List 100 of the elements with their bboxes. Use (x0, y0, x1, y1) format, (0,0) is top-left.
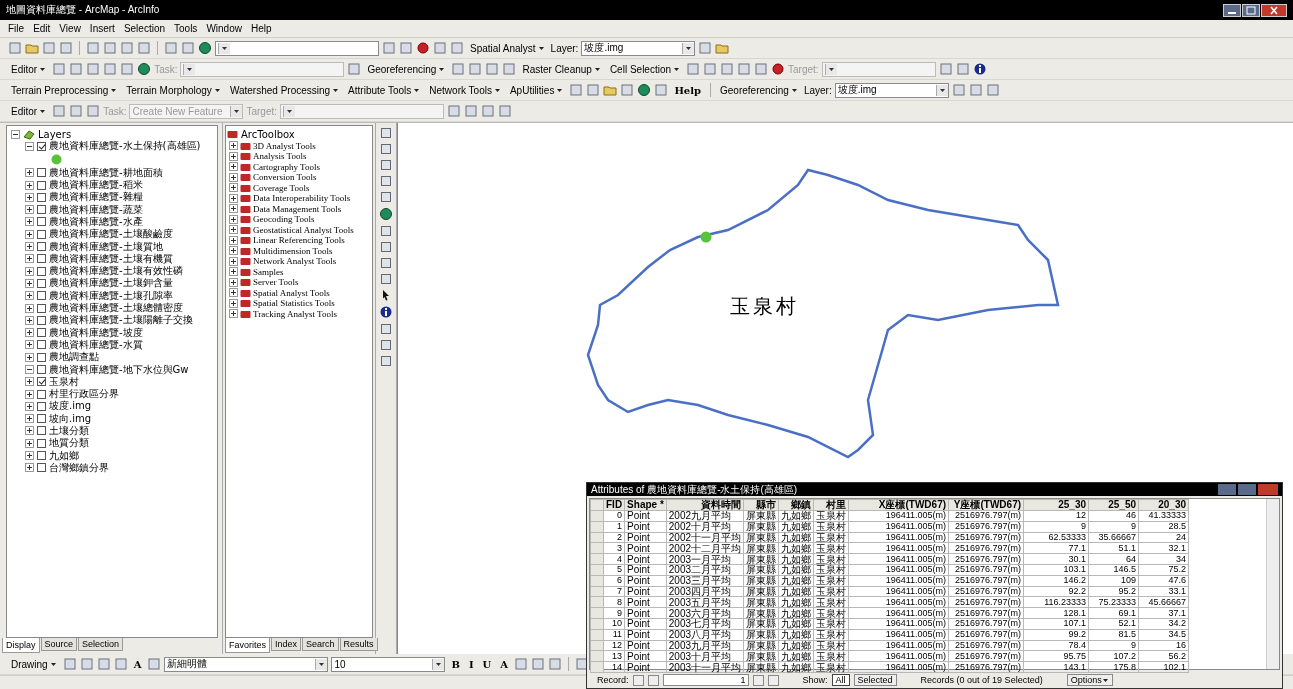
panel-tab[interactable]: Display (2, 638, 40, 653)
expand-icon[interactable] (25, 278, 34, 288)
pointer-icon[interactable] (380, 289, 392, 301)
panel-tab[interactable]: Results (339, 638, 378, 651)
toolbox-item[interactable]: Geostatistical Analyst Tools (253, 224, 354, 235)
expand-icon[interactable] (25, 266, 34, 276)
toolbox-item[interactable]: 3D Analyst Tools (253, 140, 316, 151)
layer-name[interactable]: 農地資料庫總覽-土壤鉀含量 (49, 276, 173, 291)
toolbox-root[interactable]: ArcToolbox (241, 128, 295, 140)
nav-button[interactable] (752, 674, 764, 686)
toolbox-item[interactable]: Spatial Statistics Tools (253, 298, 335, 309)
layer-name[interactable]: 農地資料庫總覽-地下水位與Gw (49, 362, 189, 377)
toolbar-button[interactable]: A (130, 658, 145, 670)
tool-icon[interactable] (380, 225, 392, 237)
tool-icon[interactable] (380, 273, 392, 285)
close-button[interactable] (1261, 3, 1287, 17)
expand-icon[interactable] (229, 267, 238, 277)
expand-icon[interactable] (229, 309, 238, 319)
layer-checkbox[interactable] (37, 291, 46, 301)
menu-item[interactable]: Selection (123, 23, 165, 34)
nav-button[interactable] (647, 674, 659, 686)
tool-icon[interactable] (380, 355, 392, 367)
toolbox-item[interactable]: Network Analyst Tools (253, 256, 337, 267)
toolbox-item[interactable]: Server Tools (253, 277, 299, 288)
combo-box[interactable]: 坡度.img (581, 40, 696, 56)
toolbar-menu[interactable]: ApUtilities (506, 84, 567, 96)
expand-icon[interactable] (25, 242, 34, 251)
expand-icon[interactable] (25, 180, 34, 190)
layer-name[interactable]: 農地資料庫總覽-蔬菜 (49, 202, 143, 217)
expand-icon[interactable] (25, 291, 34, 301)
column-header[interactable]: Shape * (624, 499, 667, 511)
toolbar-menu[interactable]: Georeferencing (364, 63, 449, 75)
layer-name[interactable]: 坡向.img (49, 411, 92, 426)
expand-icon[interactable] (25, 451, 34, 461)
layer-checkbox[interactable] (37, 401, 46, 411)
panel-tab[interactable]: Source (40, 638, 78, 651)
toolbox-item[interactable]: Spatial Analyst Tools (253, 287, 330, 298)
combo-box[interactable]: 新細明體 (164, 656, 329, 672)
show-button[interactable]: All (831, 674, 850, 686)
expand-icon[interactable] (229, 277, 238, 287)
combo-box[interactable] (215, 40, 379, 56)
toolbox-item[interactable]: Geocoding Tools (253, 214, 315, 225)
expand-icon[interactable] (25, 401, 34, 411)
record-field[interactable]: 1 (662, 674, 749, 686)
layer-checkbox[interactable] (37, 303, 46, 313)
tool-icon[interactable] (380, 339, 392, 351)
toolbox-item[interactable]: Samples (253, 266, 284, 277)
menu-item[interactable]: Edit (33, 23, 51, 34)
expand-icon[interactable] (25, 426, 34, 436)
show-button[interactable]: Selected (853, 674, 897, 686)
layer-checkbox[interactable] (37, 141, 46, 151)
layer-name[interactable]: 地質分類 (49, 436, 89, 451)
expand-icon[interactable] (25, 438, 34, 448)
expand-icon[interactable] (25, 205, 34, 215)
layer-name[interactable]: 農地資料庫總覽-坡度 (49, 325, 143, 340)
tool-icon[interactable] (380, 191, 392, 203)
column-header[interactable]: 25_30 (1023, 499, 1089, 511)
expand-icon[interactable] (25, 377, 34, 387)
toolbar-menu[interactable]: Editor (8, 105, 50, 117)
layer-checkbox[interactable] (37, 414, 46, 424)
layer-checkbox[interactable] (37, 426, 46, 436)
panel-tab[interactable]: Selection (78, 638, 124, 651)
column-header[interactable]: Y座標(TWD67) (948, 499, 1024, 511)
minimize-button[interactable] (1223, 3, 1241, 17)
menu-item[interactable]: File (8, 23, 25, 34)
layer-checkbox[interactable] (37, 254, 46, 264)
expand-icon[interactable] (25, 254, 34, 264)
toolbox-item[interactable]: Data Interoperability Tools (253, 193, 351, 204)
layer-name[interactable]: 土壤分類 (49, 424, 89, 438)
toolbar-menu[interactable]: Network Tools (426, 84, 504, 96)
expand-icon[interactable] (229, 141, 238, 151)
toolbox-item[interactable]: Tracking Analyst Tools (253, 308, 337, 319)
expand-icon[interactable] (25, 389, 34, 399)
layer-checkbox[interactable] (37, 352, 46, 362)
combo-box[interactable]: 坡度.img (834, 82, 949, 98)
toolbar-menu[interactable]: Spatial Analyst (467, 42, 548, 54)
panel-tab[interactable]: Favorites (225, 638, 270, 653)
window-controls-icon[interactable] (1218, 484, 1278, 495)
expand-icon[interactable] (229, 235, 238, 245)
column-header[interactable]: FID (603, 499, 625, 511)
layer-name[interactable]: 農地資料庫總覽-土壤有機質 (49, 251, 173, 266)
expand-icon[interactable] (25, 315, 34, 325)
toolbar-button[interactable]: A (497, 658, 512, 670)
layer-checkbox[interactable] (37, 315, 46, 325)
expand-icon[interactable] (229, 225, 238, 235)
layer-checkbox[interactable] (37, 205, 46, 215)
layer-checkbox[interactable] (37, 266, 46, 276)
toolbox-item[interactable]: Multidimension Tools (253, 245, 333, 256)
toolbar-button[interactable]: I (465, 658, 477, 670)
expand-icon[interactable] (229, 183, 238, 193)
toolbar-button[interactable]: B (448, 658, 463, 670)
expand-icon[interactable] (229, 193, 238, 203)
column-header[interactable]: 鄉鎮 (778, 499, 814, 511)
layer-name[interactable]: 坡度.img (49, 399, 92, 414)
expand-icon[interactable] (229, 246, 238, 256)
toolbar-menu[interactable]: Editor (8, 63, 50, 75)
column-header[interactable]: 村里 (813, 499, 849, 511)
toolbar-menu[interactable]: Terrain Morphology (123, 84, 224, 96)
layer-name[interactable]: 農地資料庫總覽-土壤孔隙率 (49, 288, 173, 303)
nav-button[interactable] (632, 674, 644, 686)
